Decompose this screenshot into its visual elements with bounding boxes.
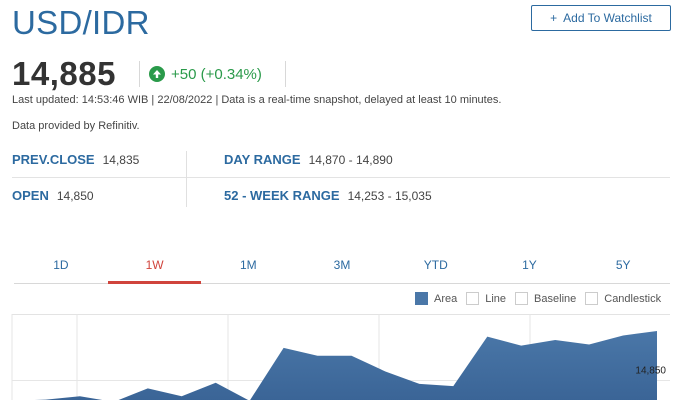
open-value: 14,850 [56,188,94,203]
price-area-series [12,331,657,400]
add-to-watchlist-button[interactable]: + Add To Watchlist [531,5,671,31]
tab-1d[interactable]: 1D [14,254,108,283]
last-updated-text: Last updated: 14:53:46 WIB | 22/08/2022 … [12,94,502,106]
area-label: Area [434,292,458,305]
day-range-value: 14,870 - 14,890 [308,153,393,167]
baseline-checkbox[interactable] [515,292,529,305]
tab-1y[interactable]: 1Y [483,254,577,283]
area-checkbox[interactable] [415,292,428,305]
plus-icon: + [550,11,558,25]
data-provider-text: Data provided by Refinitiv. [12,120,140,132]
baseline-label: Baseline [534,292,577,305]
prev-close-stat: PREV.CLOSE 14,835 [12,151,139,169]
line-label: Line [485,292,507,305]
day-range-stat: DAY RANGE 14,870 - 14,890 [224,151,393,169]
stats-divider [186,151,187,207]
tab-5y[interactable]: 5Y [576,254,670,283]
stats-row: OPEN 14,850 52 - WEEK RANGE 14,253 - 15,03… [12,178,670,213]
chart-type-candlestick[interactable]: Candlestick [585,292,661,305]
week52-range-label: 52 - WEEK RANGE [224,187,340,203]
tab-1w[interactable]: 1W [107,254,202,284]
price-chart[interactable]: 14,850 [0,313,681,400]
arrow-up-icon [149,66,165,82]
candlestick-checkbox[interactable] [585,292,599,305]
chart-type-area[interactable]: Area [415,292,457,305]
price-change-value: +50 (+0.34%) [171,65,262,83]
current-price: 14,885 [12,55,116,92]
line-checkbox[interactable] [466,292,480,305]
timeframe-tabs: 1D 1W 1M 3M YTD 1Y 5Y [14,254,670,284]
week52-range-stat: 52 - WEEK RANGE 14,253 - 15,035 [224,187,432,205]
day-range-label: DAY RANGE [224,152,301,167]
add-to-watchlist-label: Add To Watchlist [563,11,652,25]
tab-ytd[interactable]: YTD [389,254,483,283]
tab-3m[interactable]: 3M [295,254,389,283]
chart-type-baseline[interactable]: Baseline [515,292,576,305]
open-label: OPEN [12,187,49,203]
prev-close-label: PREV.CLOSE [12,152,95,167]
page-title: USD/IDR [12,4,150,41]
week52-range-value: 14,253 - 15,035 [347,188,432,203]
chart-type-line[interactable]: Line [466,292,506,305]
price-change: +50 (+0.34%) [139,61,286,87]
candlestick-label: Candlestick [604,292,662,305]
y-tick-label: 14,850 [635,365,666,376]
quote-stats: PREV.CLOSE 14,835 DAY RANGE 14,870 - 14,89… [12,143,670,213]
open-stat: OPEN 14,850 [12,187,94,205]
stats-row: PREV.CLOSE 14,835 DAY RANGE 14,870 - 14,89… [12,143,670,178]
tab-1m[interactable]: 1M [201,254,295,283]
chart-type-legend: Area Line Baseline Candlestick [415,292,670,305]
prev-close-value: 14,835 [102,153,140,167]
